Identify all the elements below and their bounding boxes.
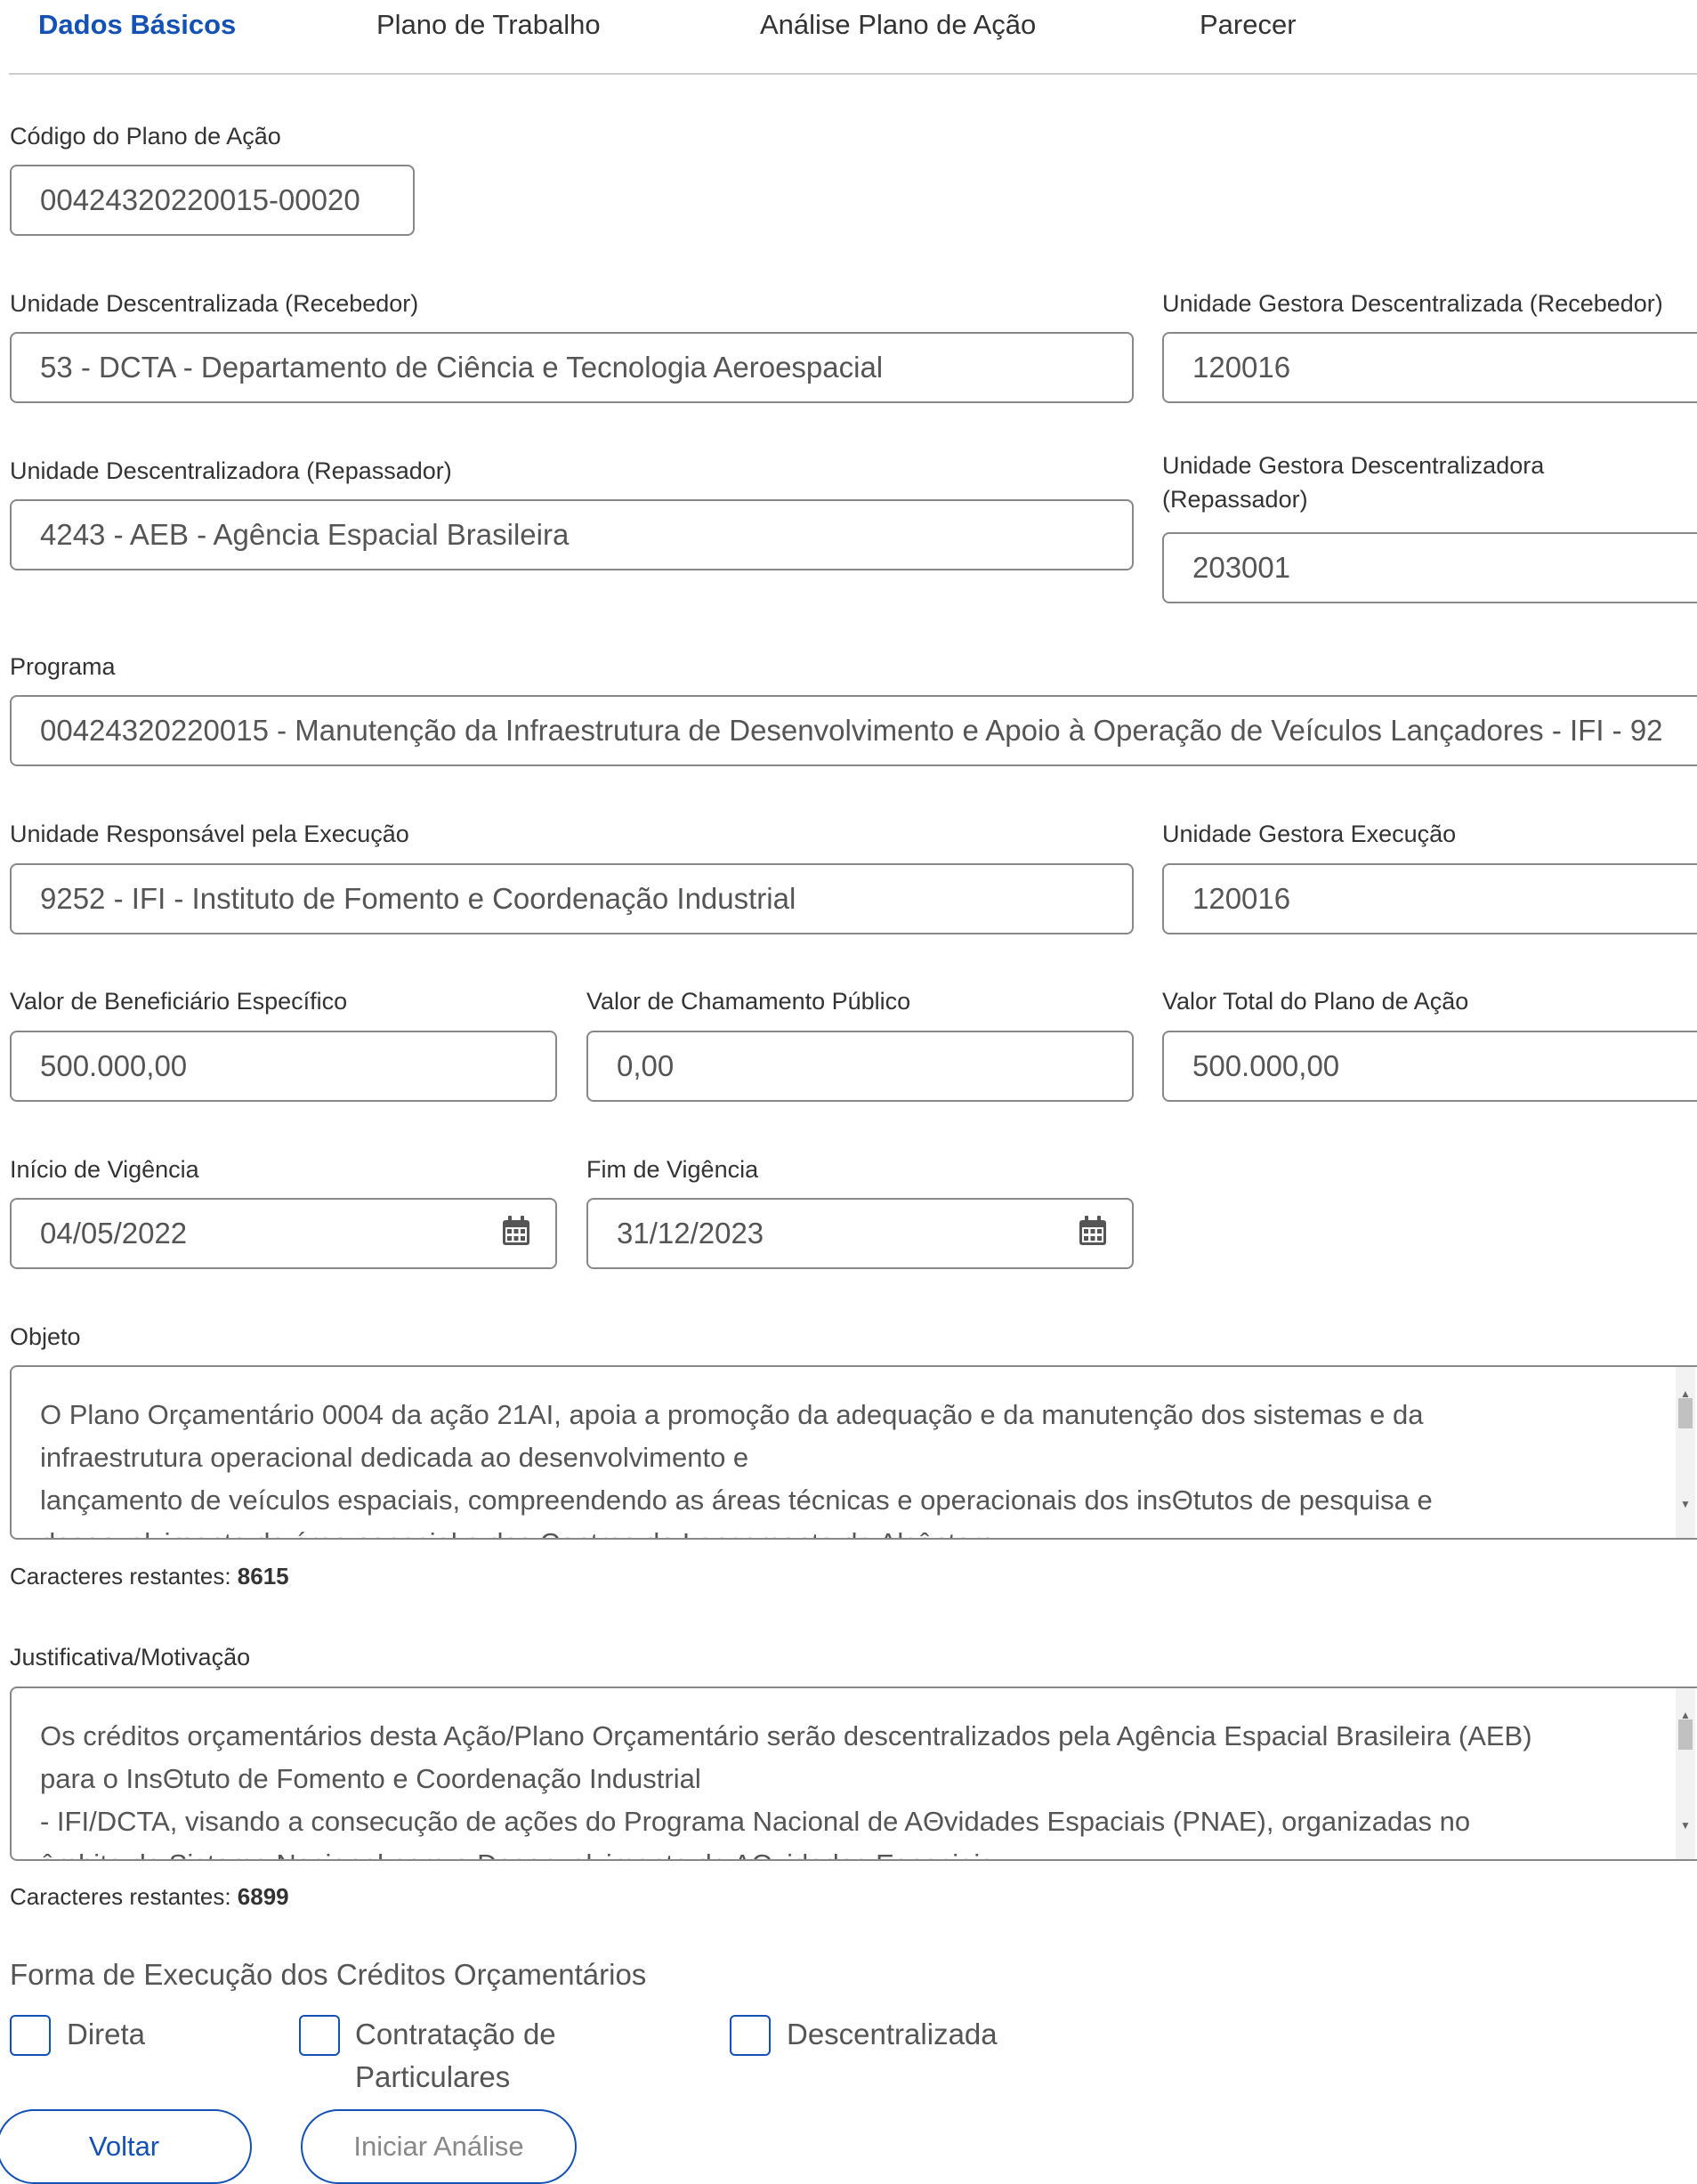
tab-analise-plano-de-acao[interactable]: Análise Plano de Ação	[760, 9, 1036, 41]
justificativa-line: - IFI/DCTA, visando a consecução de açõe…	[40, 1806, 1471, 1837]
fim-vigencia-label: Fim de Vigência	[586, 1156, 759, 1183]
scroll-thumb[interactable]	[1678, 1398, 1693, 1428]
ug-execucao-label: Unidade Gestora Execução	[1162, 821, 1457, 847]
calendar-icon[interactable]	[1079, 1216, 1107, 1246]
objeto-line: O Plano Orçamentário 0004 da ação 21AI, …	[40, 1399, 1424, 1430]
tab-dados-basicos[interactable]: Dados Básicos	[38, 9, 236, 41]
unidade-descentralizada-label: Unidade Descentralizada (Recebedor)	[10, 290, 419, 317]
justificativa-textarea[interactable]: Os créditos orçamentários desta Ação/Pla…	[10, 1687, 1697, 1861]
tab-plano-de-trabalho[interactable]: Plano de Trabalho	[376, 9, 601, 41]
inicio-vigencia-label: Início de Vigência	[10, 1156, 199, 1183]
justificativa-line: para o InsΘtuto de Fomento e Coordenação…	[40, 1763, 701, 1794]
justificativa-label: Justificativa/Motivação	[10, 1644, 251, 1670]
ug-execucao-field[interactable]: 120016	[1162, 863, 1697, 934]
checkbox-direta[interactable]	[10, 2015, 51, 2056]
counter-label: Caracteres restantes:	[10, 1563, 231, 1589]
tab-parecer[interactable]: Parecer	[1200, 9, 1297, 41]
checkbox-contratacao[interactable]	[299, 2015, 340, 2056]
justificativa-line: Os créditos orçamentários desta Ação/Pla…	[40, 1720, 1532, 1751]
ug-descentralizadora-field[interactable]: 203001	[1162, 532, 1697, 603]
valor-total-label: Valor Total do Plano de Ação	[1162, 988, 1469, 1015]
objeto-label: Objeto	[10, 1323, 81, 1350]
codigo-field[interactable]: 00424320220015-00020	[10, 165, 415, 236]
unidade-descentralizada-field[interactable]: 53 - DCTA - Departamento de Ciência e Te…	[10, 332, 1134, 403]
iniciar-analise-button[interactable]: Iniciar Análise	[301, 2109, 577, 2184]
checkbox-descentralizada[interactable]	[730, 2015, 771, 2056]
fim-vigencia-field[interactable]: 31/12/2023	[586, 1198, 1134, 1269]
programa-label: Programa	[10, 653, 116, 680]
checkbox-direta-label[interactable]: Direta	[67, 2013, 271, 2056]
ug-descentralizada-field[interactable]: 120016	[1162, 332, 1697, 403]
counter-label: Caracteres restantes:	[10, 1883, 231, 1910]
objeto-line: desenvolvimento da área espacial e dos C…	[40, 1522, 1677, 1538]
unidade-descentralizadora-field[interactable]: 4243 - AEB - Agência Espacial Brasileira	[10, 499, 1134, 570]
unidade-descentralizadora-label: Unidade Descentralizadora (Repassador)	[10, 457, 452, 484]
ug-descentralizadora-label-2: (Repassador)	[1162, 486, 1308, 513]
programa-field[interactable]: 00424320220015 - Manutenção da Infraestr…	[10, 695, 1697, 766]
ug-descentralizadora-label: Unidade Gestora Descentralizadora	[1162, 452, 1545, 479]
objeto-scrollbar[interactable]: ▲ ▼	[1676, 1367, 1695, 1538]
justificativa-counter: Caracteres restantes: 6899	[10, 1883, 289, 1911]
codigo-label: Código do Plano de Ação	[10, 123, 281, 150]
justificativa-line: âmbito do Sistema Nacional para o Desenv…	[40, 1843, 1677, 1859]
scroll-down-icon[interactable]: ▼	[1680, 1483, 1691, 1525]
unidade-execucao-field[interactable]: 9252 - IFI - Instituto de Fomento e Coor…	[10, 863, 1134, 934]
scroll-down-icon[interactable]: ▼	[1680, 1804, 1691, 1847]
valor-beneficiario-label: Valor de Beneficiário Específico	[10, 988, 348, 1015]
inicio-vigencia-value: 04/05/2022	[40, 1217, 188, 1250]
valor-chamamento-field[interactable]: 0,00	[586, 1031, 1134, 1102]
checkbox-contratacao-label[interactable]: Contratação de Particulares	[355, 2013, 586, 2099]
objeto-line: infraestrutura operacional dedicada ao d…	[40, 1442, 749, 1473]
unidade-execucao-label: Unidade Responsável pela Execução	[10, 821, 409, 847]
scroll-thumb[interactable]	[1678, 1719, 1693, 1750]
counter-value: 8615	[237, 1563, 289, 1589]
ug-descentralizada-label: Unidade Gestora Descentralizada (Recebed…	[1162, 290, 1663, 317]
objeto-textarea[interactable]: O Plano Orçamentário 0004 da ação 21AI, …	[10, 1365, 1697, 1540]
justificativa-scrollbar[interactable]: ▲ ▼	[1676, 1688, 1695, 1859]
valor-chamamento-label: Valor de Chamamento Público	[586, 988, 911, 1015]
forma-execucao-title: Forma de Execução dos Créditos Orçamentá…	[10, 1958, 647, 1991]
fim-vigencia-value: 31/12/2023	[617, 1217, 764, 1250]
objeto-counter: Caracteres restantes: 8615	[10, 1563, 289, 1590]
valor-beneficiario-field[interactable]: 500.000,00	[10, 1031, 557, 1102]
counter-value: 6899	[237, 1883, 289, 1910]
checkbox-descentralizada-label[interactable]: Descentralizada	[787, 2013, 1054, 2056]
inicio-vigencia-field[interactable]: 04/05/2022	[10, 1198, 557, 1269]
voltar-button[interactable]: Voltar	[0, 2109, 252, 2184]
objeto-line: lançamento de veículos espaciais, compre…	[40, 1484, 1433, 1516]
valor-total-field[interactable]: 500.000,00	[1162, 1031, 1697, 1102]
tabs-divider	[9, 73, 1697, 75]
calendar-icon[interactable]	[502, 1216, 530, 1246]
